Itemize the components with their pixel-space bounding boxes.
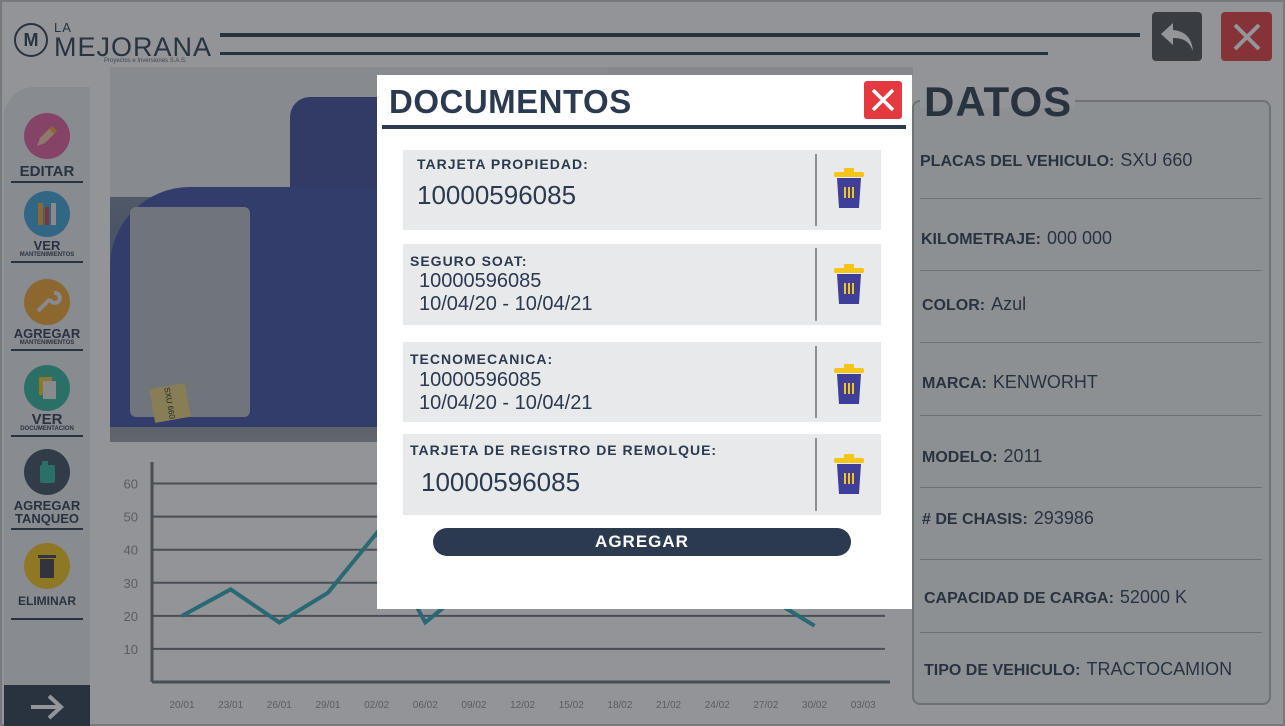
document-number: 10000596085 [419, 270, 542, 292]
document-card: TECNOMECANICA: 10000596085 10/04/20 - 10… [403, 342, 881, 422]
document-card: TARJETA PROPIEDAD: 10000596085 [403, 150, 881, 230]
document-number: 10000596085 [421, 467, 581, 497]
document-label: TARJETA PROPIEDAD: [417, 156, 589, 172]
document-card: TARJETA DE REGISTRO DE REMOLQUE: 1000059… [403, 434, 881, 515]
modal-title: DOCUMENTOS [389, 83, 632, 120]
document-validity: 10/04/20 - 10/04/21 [419, 293, 593, 315]
document-label: SEGURO SOAT: [410, 253, 528, 269]
modal-close-button[interactable] [864, 81, 902, 119]
document-validity: 10/04/20 - 10/04/21 [419, 392, 593, 414]
close-x-icon [871, 88, 895, 112]
document-label: TECNOMECANICA: [410, 351, 554, 367]
add-document-button[interactable]: AGREGAR [433, 528, 851, 556]
document-number: 10000596085 [417, 180, 577, 210]
document-card: SEGURO SOAT: 10000596085 10/04/20 - 10/0… [403, 244, 881, 325]
trash-can-icon[interactable] [832, 264, 866, 306]
trash-can-icon[interactable] [832, 168, 866, 210]
document-number: 10000596085 [419, 369, 542, 391]
trash-can-icon[interactable] [832, 454, 866, 496]
trash-can-icon[interactable] [832, 364, 866, 406]
documents-modal: DOCUMENTOS TARJETA PROPIEDAD: 1000059608… [377, 75, 912, 609]
document-label: TARJETA DE REGISTRO DE REMOLQUE: [410, 442, 718, 458]
